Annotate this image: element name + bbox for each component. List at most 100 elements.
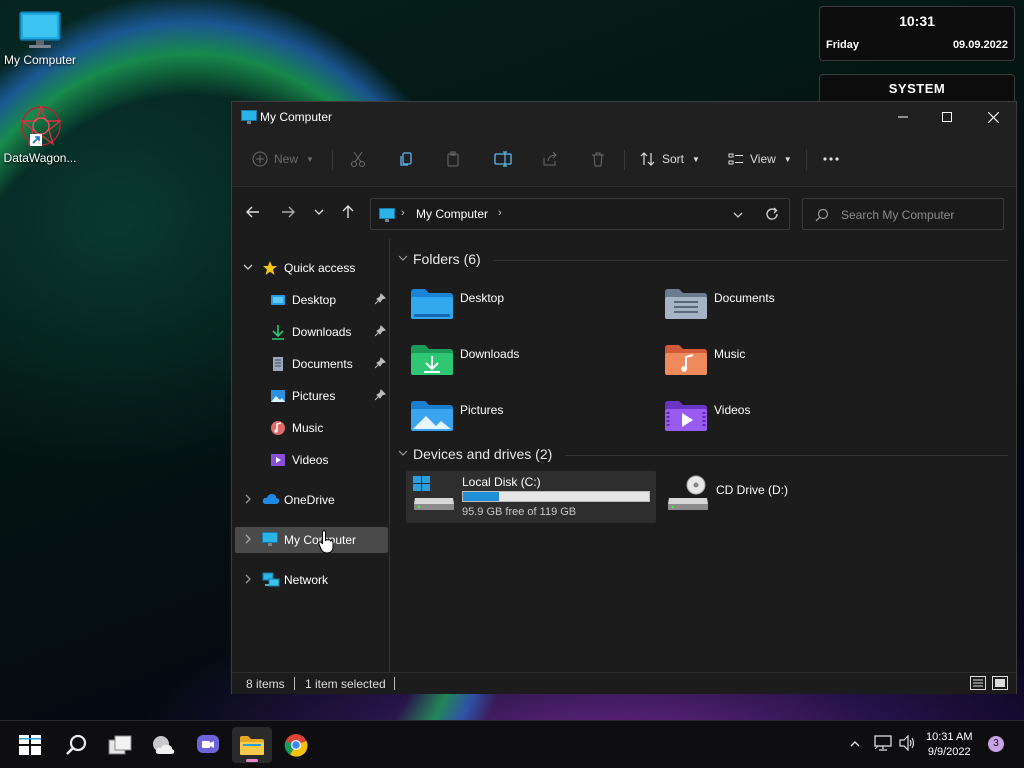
clock-widget: 10:31 Friday 09.09.2022 (819, 6, 1015, 61)
minimize-button[interactable] (880, 102, 926, 132)
chevron-down-icon (398, 450, 408, 456)
copy-button[interactable] (398, 144, 414, 174)
chevron-down-icon (398, 255, 408, 261)
copy-icon (400, 152, 412, 166)
taskbar-clock[interactable]: 10:31 AM 9/9/2022 (926, 730, 972, 760)
task-view-button[interactable] (100, 727, 140, 763)
breadcrumb-my-computer[interactable]: My Computer (416, 207, 488, 221)
nav-label: Videos (292, 453, 329, 467)
share-button[interactable] (542, 144, 558, 174)
recent-locations-button[interactable] (307, 200, 331, 224)
drive-tile-local-disk-c[interactable]: Local Disk (C:) 95.9 GB free of 119 GB (406, 471, 656, 523)
drives-section-header[interactable]: Devices and drives (2) (398, 445, 1008, 465)
nav-item-downloads[interactable]: Downloads (235, 319, 388, 345)
nav-label: OneDrive (284, 493, 335, 507)
folder-label: Downloads (460, 347, 520, 361)
start-button[interactable] (10, 727, 50, 763)
more-options-button[interactable] (822, 144, 840, 174)
file-explorer-taskbar-button[interactable] (232, 727, 272, 763)
notification-badge[interactable]: 3 (988, 736, 1004, 752)
delete-button[interactable] (590, 144, 606, 174)
new-button[interactable]: New ▼ (252, 144, 314, 174)
folder-tile-videos[interactable]: Videos (652, 395, 902, 441)
chrome-button[interactable] (276, 727, 316, 763)
cut-button[interactable] (350, 144, 366, 174)
search-box[interactable] (802, 198, 1004, 230)
search-input[interactable] (841, 206, 991, 224)
videos-folder-icon (665, 401, 707, 431)
nav-item-pictures[interactable]: Pictures (235, 383, 388, 409)
windows-logo-icon (19, 735, 41, 755)
refresh-icon[interactable] (765, 207, 779, 221)
folder-tile-pictures[interactable]: Pictures (398, 395, 648, 441)
nav-label: Music (292, 421, 324, 435)
drive-label: Local Disk (C:) (462, 475, 541, 489)
music-icon (271, 421, 285, 435)
nav-quick-access[interactable]: Quick access (235, 255, 388, 281)
nav-item-desktop[interactable]: Desktop (235, 287, 388, 313)
view-label: View (750, 152, 776, 166)
desktop-icon-datawagon[interactable]: DataWagon... (0, 104, 80, 165)
nav-item-documents[interactable]: Documents (235, 351, 388, 377)
monitor-icon (241, 110, 257, 124)
drive-free-space: 95.9 GB free of 119 GB (462, 506, 577, 518)
close-button[interactable] (970, 102, 1016, 132)
chrome-icon (284, 734, 308, 757)
drive-label: CD Drive (D:) (716, 483, 788, 497)
maximize-button[interactable] (924, 102, 970, 132)
sort-button[interactable]: Sort ▼ (640, 144, 700, 174)
monitor-icon (19, 11, 61, 48)
widgets-button[interactable] (144, 727, 184, 763)
desktop-icon-label: My Computer (3, 53, 77, 67)
desktop-icon-my-computer[interactable]: My Computer (0, 10, 80, 67)
nav-network[interactable]: Network (235, 567, 388, 593)
view-list-icon (728, 153, 743, 165)
monitor-icon (379, 208, 395, 222)
folder-icon (240, 736, 264, 755)
nav-onedrive[interactable]: OneDrive (235, 487, 388, 513)
nav-item-music[interactable]: Music (235, 415, 388, 441)
status-separator (294, 677, 295, 690)
drive-tile-cd-drive-d[interactable]: CD Drive (D:) (660, 471, 910, 523)
nav-my-computer[interactable]: My Computer (235, 527, 388, 553)
search-taskbar-button[interactable] (56, 727, 96, 763)
widget-day: Friday (826, 39, 860, 51)
folders-section-header[interactable]: Folders (6) (398, 250, 1008, 270)
chevron-up-icon[interactable] (850, 740, 860, 748)
nav-item-videos[interactable]: Videos (235, 447, 388, 473)
pin-icon[interactable] (374, 389, 386, 401)
large-icons-view-icon[interactable] (992, 676, 1008, 690)
breadcrumb-chevron-icon[interactable]: › (498, 207, 502, 219)
volume-icon[interactable] (899, 735, 917, 751)
status-separator (394, 677, 395, 690)
chat-button[interactable] (188, 727, 228, 763)
forward-button[interactable] (276, 200, 300, 224)
nav-label: Quick access (284, 261, 356, 275)
desktop-folder-icon (271, 295, 285, 305)
paste-button[interactable] (445, 144, 461, 174)
folder-tile-downloads[interactable]: Downloads (398, 339, 648, 385)
title-bar[interactable]: My Computer (232, 102, 1016, 132)
status-bar: 8 items 1 item selected (232, 672, 1016, 694)
toolbar-separator (624, 150, 625, 170)
up-button[interactable] (336, 200, 360, 224)
rename-button[interactable] (494, 144, 512, 174)
folder-label: Pictures (460, 403, 504, 417)
trash-icon (592, 152, 604, 167)
sort-icon (640, 152, 655, 166)
scissors-icon (351, 151, 365, 167)
maximize-icon (942, 112, 952, 122)
folder-tile-documents[interactable]: Documents (652, 283, 902, 329)
chevron-down-icon[interactable] (733, 212, 743, 218)
folder-tile-music[interactable]: Music (652, 339, 902, 385)
pin-icon[interactable] (374, 325, 386, 337)
view-button[interactable]: View ▼ (728, 144, 792, 174)
folder-tile-desktop[interactable]: Desktop (398, 283, 648, 329)
network-tray-icon[interactable] (874, 735, 892, 751)
arrow-right-icon (282, 206, 295, 218)
pin-icon[interactable] (374, 293, 386, 305)
address-bar[interactable]: › My Computer › (370, 198, 790, 230)
details-view-icon[interactable] (970, 676, 986, 690)
back-button[interactable] (241, 200, 265, 224)
pin-icon[interactable] (374, 357, 386, 369)
